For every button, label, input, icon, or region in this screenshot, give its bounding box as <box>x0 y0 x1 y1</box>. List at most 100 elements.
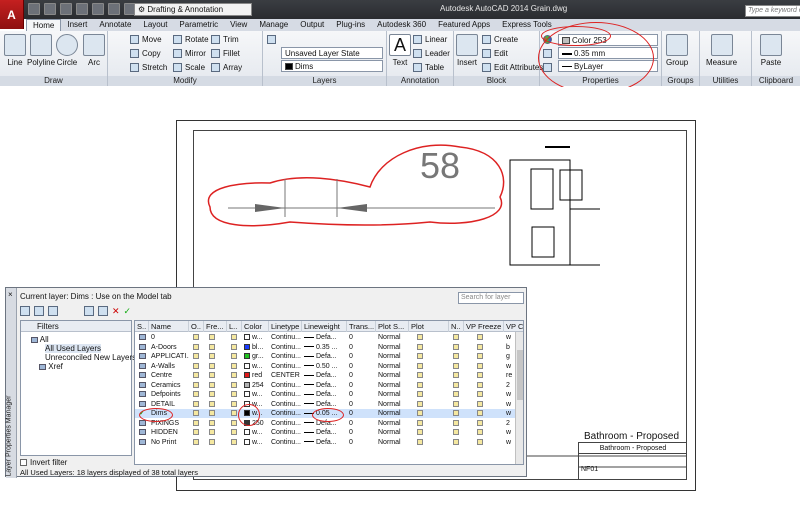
edit-block-tool[interactable]: Edit <box>482 48 508 59</box>
layer-freeze-icon[interactable] <box>207 438 219 447</box>
paste-tool[interactable]: Paste <box>760 34 782 67</box>
layer-plot-style[interactable]: Normal <box>376 333 409 342</box>
utilities-panel-title[interactable]: Utilities <box>700 76 751 86</box>
table-row[interactable]: 0 w... Continu... Defa... 0 Normal w <box>135 333 523 342</box>
layer-plot-icon[interactable] <box>415 343 427 352</box>
layer-linetype[interactable]: Continu... <box>269 438 302 447</box>
layer-lineweight[interactable]: Defa... <box>302 438 347 447</box>
col-new-vp-freeze[interactable]: N.. <box>449 321 464 332</box>
tab-annotate[interactable]: Annotate <box>93 19 137 31</box>
groups-panel-title[interactable]: Groups <box>662 76 699 86</box>
delete-layer-icon[interactable]: ✕ <box>112 306 120 316</box>
new-vp-freeze-icon[interactable] <box>451 419 463 428</box>
plot-icon[interactable] <box>92 3 104 15</box>
layer-transparency[interactable]: 0 <box>347 390 376 399</box>
layer-freeze-icon[interactable] <box>207 381 219 390</box>
tab-autodesk-360[interactable]: Autodesk 360 <box>371 19 432 31</box>
annotation-panel-title[interactable]: Annotation <box>387 76 453 86</box>
layer-color[interactable]: w... <box>242 438 269 447</box>
modify-panel-title[interactable]: Modify <box>108 76 262 86</box>
layer-name[interactable]: Defpoints <box>149 390 189 399</box>
layer-status-icon[interactable] <box>137 371 149 380</box>
layer-status-icon[interactable] <box>137 400 149 409</box>
layer-lock-icon[interactable] <box>229 400 241 409</box>
new-vp-freeze-icon[interactable] <box>451 390 463 399</box>
layer-properties-button[interactable] <box>267 34 276 45</box>
layer-freeze-icon[interactable] <box>207 428 219 437</box>
vp-freeze-icon[interactable] <box>475 438 487 447</box>
layer-linetype[interactable]: Continu... <box>269 352 302 361</box>
new-layer-vp-frozen-icon[interactable] <box>98 306 108 316</box>
table-row[interactable]: Ceramics 254 Continu... Defa... 0 Normal 2 <box>135 381 523 390</box>
layer-linetype[interactable]: Continu... <box>269 362 302 371</box>
vp-freeze-icon[interactable] <box>475 409 487 418</box>
save-as-icon[interactable] <box>76 3 88 15</box>
new-group-filter-icon[interactable] <box>34 306 44 316</box>
new-vp-freeze-icon[interactable] <box>451 362 463 371</box>
invert-filter-checkbox[interactable]: Invert filter <box>20 458 67 467</box>
layer-status-icon[interactable] <box>137 352 149 361</box>
layer-plot-style[interactable]: Normal <box>376 371 409 380</box>
edit-attributes-tool[interactable]: Edit Attributes <box>482 62 543 73</box>
layer-freeze-icon[interactable] <box>207 343 219 352</box>
layer-status-icon[interactable] <box>137 428 149 437</box>
layer-color[interactable]: w... <box>242 390 269 399</box>
tree-item-unreconciled[interactable]: Unreconciled New Layers <box>45 353 136 362</box>
save-icon[interactable] <box>60 3 72 15</box>
open-icon[interactable] <box>44 3 56 15</box>
layer-plot-icon[interactable] <box>415 371 427 380</box>
col-lock[interactable]: L.. <box>227 321 242 332</box>
layer-plot-style[interactable]: Normal <box>376 428 409 437</box>
vp-freeze-icon[interactable] <box>475 419 487 428</box>
new-vp-freeze-icon[interactable] <box>451 428 463 437</box>
col-vp-freeze[interactable]: VP Freeze <box>464 321 504 332</box>
layer-status-icon[interactable] <box>137 343 149 352</box>
layer-plot-style[interactable]: Normal <box>376 409 409 418</box>
layer-freeze-icon[interactable] <box>207 371 219 380</box>
tab-parametric[interactable]: Parametric <box>173 19 224 31</box>
layer-plot-icon[interactable] <box>415 409 427 418</box>
vp-freeze-icon[interactable] <box>475 333 487 342</box>
tab-output[interactable]: Output <box>294 19 330 31</box>
layer-transparency[interactable]: 0 <box>347 419 376 428</box>
fillet-tool[interactable]: Fillet <box>211 48 240 59</box>
layer-linetype[interactable]: Continu... <box>269 428 302 437</box>
text-tool[interactable]: A Text <box>389 34 411 67</box>
layer-freeze-icon[interactable] <box>207 400 219 409</box>
layer-lineweight[interactable]: Defa... <box>302 390 347 399</box>
layer-freeze-icon[interactable] <box>207 362 219 371</box>
create-block-tool[interactable]: Create <box>482 34 518 45</box>
layer-plot-icon[interactable] <box>415 428 427 437</box>
layer-on-icon[interactable] <box>191 343 203 352</box>
layer-transparency[interactable]: 0 <box>347 381 376 390</box>
col-transparency[interactable]: Trans... <box>347 321 376 332</box>
vp-freeze-icon[interactable] <box>475 428 487 437</box>
vp-freeze-icon[interactable] <box>475 390 487 399</box>
layer-freeze-icon[interactable] <box>207 409 219 418</box>
layer-transparency[interactable]: 0 <box>347 428 376 437</box>
table-tool[interactable]: Table <box>413 62 444 73</box>
layer-on-icon[interactable] <box>191 438 203 447</box>
vp-freeze-icon[interactable] <box>475 352 487 361</box>
layer-lineweight[interactable]: Defa... <box>302 381 347 390</box>
tree-item-xref[interactable]: Xref <box>39 362 63 371</box>
col-status[interactable]: S.. <box>135 321 149 332</box>
set-current-icon[interactable]: ✓ <box>124 306 132 316</box>
layer-transparency[interactable]: 0 <box>347 400 376 409</box>
layer-lock-icon[interactable] <box>229 333 241 342</box>
new-vp-freeze-icon[interactable] <box>451 352 463 361</box>
layer-lock-icon[interactable] <box>229 428 241 437</box>
table-row[interactable]: Defpoints w... Continu... Defa... 0 Normal w <box>135 390 523 399</box>
layer-color[interactable]: w... <box>242 362 269 371</box>
layer-list-scrollbar[interactable] <box>515 332 523 464</box>
layer-name[interactable]: 0 <box>149 333 189 342</box>
layer-on-icon[interactable] <box>191 371 203 380</box>
layer-name[interactable]: HIDDEN <box>149 428 189 437</box>
new-vp-freeze-icon[interactable] <box>451 381 463 390</box>
layer-plot-style[interactable]: Normal <box>376 400 409 409</box>
layer-linetype[interactable]: Continu... <box>269 381 302 390</box>
layer-linetype[interactable]: CENTER <box>269 371 302 380</box>
measure-tool[interactable]: Measure <box>706 34 737 67</box>
array-tool[interactable]: Array <box>211 62 242 73</box>
help-search-input[interactable]: Type a keyword or... <box>745 5 800 17</box>
